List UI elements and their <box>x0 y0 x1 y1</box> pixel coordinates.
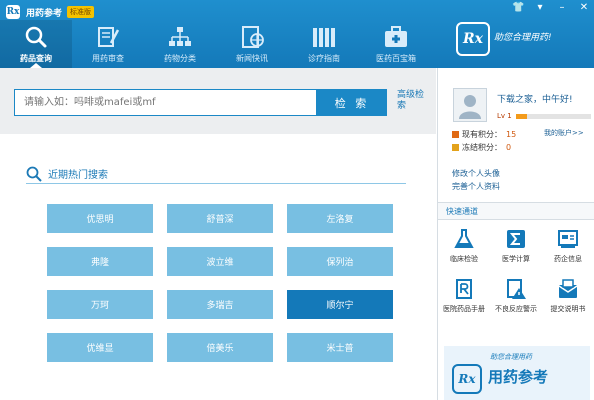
hot-search-item[interactable]: 万珂 <box>47 290 153 319</box>
hot-search-item-selected[interactable]: 顺尔宁 <box>287 290 393 319</box>
sigma-icon <box>507 230 525 248</box>
points-value: 15 <box>506 130 517 139</box>
nav-toolbox[interactable]: 医药百宝箱 <box>360 20 432 68</box>
quick-label: 不良反应警示 <box>495 305 537 313</box>
quick-label: 药企信息 <box>554 255 582 263</box>
nav-label: 新闻快讯 <box>236 54 268 63</box>
close-icon[interactable]: ✕ <box>578 2 590 13</box>
current-points-row: 现有积分： 15 <box>452 128 516 141</box>
hot-search-item[interactable]: 左洛复 <box>287 204 393 233</box>
quick-lab-tests[interactable]: 临床检验 <box>438 228 490 264</box>
quick-submit-insert[interactable]: 提交说明书 <box>542 278 594 314</box>
complete-profile-link[interactable]: 完善个人资料 <box>452 180 500 193</box>
banner-logo-icon: Rx <box>452 364 482 394</box>
hot-search-item[interactable]: 米士普 <box>287 333 393 362</box>
hot-search-item[interactable]: 波立维 <box>167 247 273 276</box>
skin-icon[interactable]: 👕 <box>512 2 524 13</box>
nav-label: 药物分类 <box>164 54 196 63</box>
hot-search-item[interactable]: 倍美乐 <box>167 333 273 362</box>
user-icon <box>459 95 481 119</box>
nav-label: 用药审查 <box>92 54 124 63</box>
quick-pharma-info[interactable]: 药企信息 <box>542 228 594 264</box>
avatar[interactable] <box>453 88 487 122</box>
company-icon <box>558 230 578 248</box>
menu-icon[interactable]: ▾ <box>534 2 546 13</box>
medkit-icon <box>385 26 407 47</box>
magnifier-icon <box>25 26 47 48</box>
search-icon <box>26 166 42 182</box>
quick-hospital-manual[interactable]: 医院药品手册 <box>438 278 490 314</box>
brand-logo-icon: Rx <box>456 22 490 56</box>
main-nav: 药品查询 用药审查 药物分类 新闻快讯 诊疗指南 医药百宝箱 <box>0 20 432 68</box>
hot-search-item[interactable]: 多瑞吉 <box>167 290 273 319</box>
banner-slogan: 助您合理用药 <box>490 353 532 361</box>
warning-icon <box>507 279 526 299</box>
edition-badge: 标准版 <box>67 6 95 18</box>
title-bar: Rx 用药参考 标准版 <box>6 4 95 20</box>
points-info: 现有积分： 15 冻结积分： 0 <box>452 128 516 154</box>
slogan-text: 助您合理用药! <box>494 33 552 43</box>
quick-medical-calc[interactable]: 医学计算 <box>490 228 542 264</box>
hot-search-item[interactable]: 舒普深 <box>167 204 273 233</box>
frozen-label: 冻结积分： <box>462 143 502 152</box>
banner-title: 用药参考 <box>488 368 549 386</box>
hot-search-item[interactable]: 优思明 <box>47 204 153 233</box>
nav-guidelines[interactable]: 诊疗指南 <box>288 20 360 68</box>
quick-label: 临床检验 <box>450 255 478 263</box>
flask-icon <box>454 229 474 248</box>
hot-search-header: 近期热门搜索 <box>26 164 406 184</box>
level-progress-fill <box>515 113 527 119</box>
app-title: 用药参考 <box>26 8 63 19</box>
level-indicator: Lv 1 <box>497 112 591 120</box>
quick-label: 医学计算 <box>502 255 530 263</box>
search-button[interactable]: 检 索 <box>317 89 387 116</box>
advanced-search-link[interactable]: 高级检索 <box>397 90 425 112</box>
minimize-icon[interactable]: – <box>556 2 568 13</box>
level-progress-bar <box>515 113 591 119</box>
coin-icon <box>452 131 459 138</box>
hierarchy-icon <box>169 27 191 46</box>
user-sidebar: 下载之家，中午好! Lv 1 现有积分： 15 冻结积分： 0 我的账户>> 修… <box>437 68 594 400</box>
search-bar: 检 索 高级检索 <box>0 68 436 134</box>
lock-icon <box>452 144 459 151</box>
submit-icon <box>558 279 578 298</box>
quick-access-title: 快速通道 <box>438 202 594 220</box>
hot-search-item[interactable]: 优维显 <box>47 333 153 362</box>
books-icon <box>313 28 335 47</box>
nav-medication-review[interactable]: 用药审查 <box>72 20 144 68</box>
app-logo-icon: Rx <box>6 5 20 19</box>
nav-label: 医药百宝箱 <box>376 54 416 63</box>
quick-access-grid: 临床检验 医学计算 药企信息 医院药品手册 不良反应警示 提交说明书 <box>438 228 594 314</box>
promo-banner[interactable]: Rx 助您合理用药 用药参考 <box>444 346 590 400</box>
review-icon <box>98 27 120 47</box>
hot-search-grid: 优思明 舒普深 左洛复 弗隆 波立维 保列治 万珂 多瑞吉 顺尔宁 优维显 倍美… <box>47 204 393 362</box>
hot-search-panel: 近期热门搜索 优思明 舒普深 左洛复 弗隆 波立维 保列治 万珂 多瑞吉 顺尔宁… <box>0 134 436 400</box>
nav-drug-classification[interactable]: 药物分类 <box>144 20 216 68</box>
level-label: Lv 1 <box>497 112 512 120</box>
nav-label: 药品查询 <box>20 54 52 63</box>
hot-search-title: 近期热门搜索 <box>48 170 108 181</box>
points-label: 现有积分： <box>462 130 502 139</box>
profile-links: 修改个人头像 完善个人资料 <box>452 167 500 193</box>
my-account-link[interactable]: 我的账户>> <box>544 128 584 138</box>
header-slogan: Rx 助您合理用药! <box>452 18 590 66</box>
frozen-value: 0 <box>506 143 512 152</box>
quick-adverse-warning[interactable]: 不良反应警示 <box>490 278 542 314</box>
greeting-text: 下载之家，中午好! <box>497 95 573 105</box>
hot-search-item[interactable]: 弗隆 <box>47 247 153 276</box>
search-input[interactable] <box>14 89 317 116</box>
window-controls: 👕 ▾ – ✕ <box>512 2 590 13</box>
frozen-points-row: 冻结积分： 0 <box>452 141 516 154</box>
manual-icon <box>456 279 472 299</box>
nav-news[interactable]: 新闻快讯 <box>216 20 288 68</box>
quick-label: 提交说明书 <box>550 305 586 313</box>
nav-drug-search[interactable]: 药品查询 <box>0 20 72 68</box>
hot-search-item[interactable]: 保列治 <box>287 247 393 276</box>
quick-label: 医院药品手册 <box>443 305 485 313</box>
news-icon <box>242 26 264 48</box>
nav-label: 诊疗指南 <box>308 54 340 63</box>
app-header: Rx 用药参考 标准版 👕 ▾ – ✕ 药品查询 用药审查 药物分类 新闻快讯 … <box>0 0 594 68</box>
change-avatar-link[interactable]: 修改个人头像 <box>452 167 500 180</box>
